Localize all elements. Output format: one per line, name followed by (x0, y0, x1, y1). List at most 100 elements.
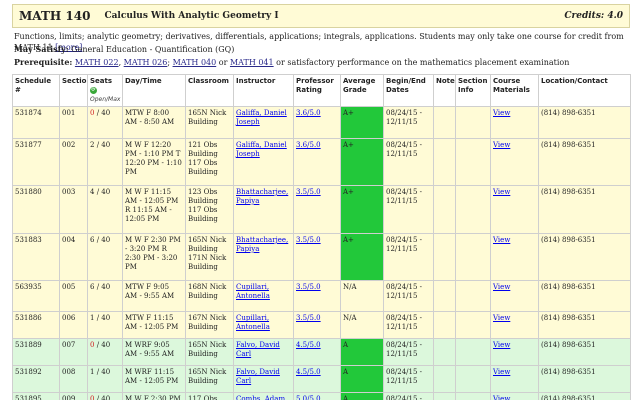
grade-text: A+ (343, 109, 354, 117)
rating-cell: 5.0/5.0 (293, 392, 341, 400)
section-cell: 001 (59, 106, 88, 139)
header-section[interactable]: Section (59, 74, 88, 107)
section-text: 001 (62, 109, 76, 117)
prereq-link-math022[interactable]: MATH 022 (75, 58, 119, 67)
seats-max: / 40 (94, 368, 111, 376)
daytime-cell: M WRF 9:05 AM - 9:55 AM (122, 338, 186, 366)
schedule-cell: 563935 (12, 280, 60, 312)
schedule-text: 531895 (15, 395, 42, 400)
schedule-text: 563935 (15, 283, 42, 291)
materials-link[interactable]: View (493, 395, 536, 400)
header-daytime[interactable]: Day/Time (122, 74, 186, 107)
materials-link[interactable]: View (493, 141, 536, 150)
header-notes[interactable]: Notes (433, 74, 456, 107)
classroom-text: 165N Nick Building (188, 109, 227, 126)
classroom-text: 165N Nick Building (188, 368, 227, 385)
header-info[interactable]: Section Info (455, 74, 491, 107)
rating-link[interactable]: 4.5/5.0 (296, 341, 338, 350)
grade-text: N/A (343, 314, 357, 322)
rating-link[interactable]: 3.5/5.0 (296, 236, 338, 245)
seats-max: / 40 (94, 395, 111, 400)
classroom-cell: 123 Obs Building 117 Obs Building (185, 185, 234, 234)
schedule-cell: 531889 (12, 338, 60, 366)
instructor-link[interactable]: Falvo, David Carl (236, 341, 291, 359)
course-page: MATH 140 Calculus With Analytic Geometry… (0, 0, 640, 400)
grade-text: A+ (343, 141, 354, 149)
header-grade[interactable]: Average Grade (340, 74, 384, 107)
materials-link[interactable]: View (493, 314, 536, 323)
prereq-link-math041[interactable]: MATH 041 (230, 58, 274, 67)
header-location[interactable]: Location/Contact (538, 74, 631, 107)
prereq-link-math026[interactable]: MATH 026 (124, 58, 168, 67)
instructor-link[interactable]: Cupillari, Antonella (236, 283, 291, 301)
rating-link[interactable]: 3.5/5.0 (296, 188, 338, 197)
info-cell (455, 233, 491, 281)
rating-cell: 4.5/5.0 (293, 338, 341, 366)
location-cell: (814) 898-6351 (538, 185, 631, 234)
rating-link[interactable]: 3.5/5.0 (296, 283, 338, 292)
materials-link[interactable]: View (493, 109, 536, 118)
header-rating[interactable]: Professor Rating (293, 74, 341, 107)
header-schedule[interactable]: Schedule # (12, 74, 60, 107)
materials-link[interactable]: View (493, 283, 536, 292)
may-satisfy-label: May Satisfy: (14, 44, 69, 54)
seats-cell: 1 / 40 (87, 365, 123, 393)
materials-link[interactable]: View (493, 236, 536, 245)
materials-cell: View (490, 106, 539, 139)
rating-link[interactable]: 3.5/5.0 (296, 314, 338, 323)
may-satisfy-value: General Education - Quantification (GQ) (71, 45, 235, 54)
info-cell (455, 106, 491, 139)
instructor-link[interactable]: Bhattacharjee, Papiya (236, 188, 291, 206)
seats-max: / 40 (94, 283, 111, 291)
instructor-link[interactable]: Bhattacharjee, Papiya (236, 236, 291, 254)
seats-max: / 40 (94, 141, 111, 149)
materials-cell: View (490, 338, 539, 366)
table-row: 531886 006 1 / 40 MTW F 11:15 AM - 12:05 PM… (12, 311, 631, 339)
prereq-separator: or (216, 58, 230, 67)
table-row: 531877 002 2 / 40 M W F 12:20 PM - 1:10 PM … (12, 138, 631, 186)
instructor-link[interactable]: Falvo, David Carl (236, 368, 291, 386)
location-text: (814) 898-6351 (541, 368, 596, 376)
grade-cell: A+ (340, 106, 384, 139)
daytime-text: M W F 2:30 PM - 3:20 PM (125, 395, 181, 400)
notes-cell (433, 311, 456, 339)
materials-link[interactable]: View (493, 188, 536, 197)
rating-link[interactable]: 3.6/5.0 (296, 109, 338, 118)
schedule-cell: 531880 (12, 185, 60, 234)
section-text: 002 (62, 141, 76, 149)
rating-link[interactable]: 3.6/5.0 (296, 141, 338, 150)
refresh-icon[interactable]: ⟳ (90, 86, 97, 94)
materials-link[interactable]: View (493, 368, 536, 377)
seats-max: / 40 (94, 236, 111, 244)
instructor-link[interactable]: Galiffa, Daniel Joseph (236, 141, 291, 159)
header-seats[interactable]: Seats ⟳ Open/Max (87, 74, 123, 107)
dates-text: 08/24/15 - 12/11/15 (386, 395, 423, 400)
header-materials[interactable]: Course Materials (490, 74, 539, 107)
instructor-cell: Combs, Adam Benjamin (233, 392, 294, 400)
table-header-row: Schedule # Section Seats ⟳ Open/Max Day/T… (12, 74, 631, 107)
seats-max: / 40 (94, 188, 111, 196)
section-cell: 005 (59, 280, 88, 312)
grade-cell: A+ (340, 138, 384, 186)
course-credits: Credits: 4.0 (564, 11, 623, 21)
dates-text: 08/24/15 - 12/11/15 (386, 314, 423, 331)
header-classroom[interactable]: Classroom (185, 74, 234, 107)
instructor-link[interactable]: Cupillari, Antonella (236, 314, 291, 332)
header-instructor[interactable]: Instructor (233, 74, 294, 107)
instructor-cell: Galiffa, Daniel Joseph (233, 138, 294, 186)
rating-cell: 3.5/5.0 (293, 311, 341, 339)
grade-cell: A+ (340, 233, 384, 281)
course-header: MATH 140 Calculus With Analytic Geometry… (12, 4, 630, 28)
instructor-link[interactable]: Combs, Adam Benjamin (236, 395, 291, 400)
classroom-cell: 168N Nick Building (185, 280, 234, 312)
header-dates[interactable]: Begin/End Dates (383, 74, 434, 107)
materials-link[interactable]: View (493, 341, 536, 350)
instructor-link[interactable]: Galiffa, Daniel Joseph (236, 109, 291, 127)
rating-link[interactable]: 4.5/5.0 (296, 368, 338, 377)
info-cell (455, 365, 491, 393)
instructor-cell: Bhattacharjee, Papiya (233, 185, 294, 234)
classroom-cell: 117 Obs Building (185, 392, 234, 400)
rating-link[interactable]: 5.0/5.0 (296, 395, 338, 400)
prereq-link-math040[interactable]: MATH 040 (173, 58, 217, 67)
notes-cell (433, 280, 456, 312)
